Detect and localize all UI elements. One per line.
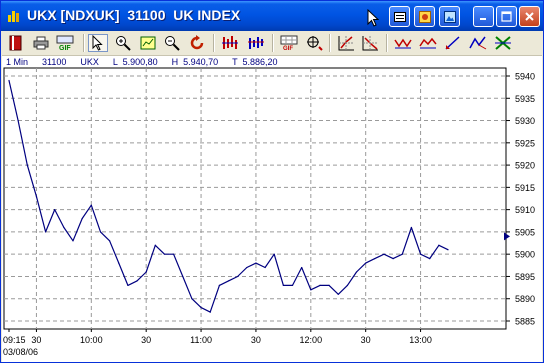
minimize-icon (480, 18, 486, 20)
zoom-in-icon (116, 36, 131, 51)
zigzag-tool[interactable] (468, 34, 488, 52)
info-line: 1 Min 31100 UKX L 5.900,80 H 5.940,70 T 5.886… (6, 57, 292, 67)
target-icon (307, 36, 323, 51)
window-title: UKX [NDXUK] 31100 UK INDEX (27, 7, 241, 23)
bars-1-icon (222, 36, 238, 49)
bars-1-tool[interactable] (220, 34, 240, 52)
pen-tool[interactable] (443, 34, 463, 52)
zoom-in-tool[interactable] (113, 34, 133, 52)
pointer-icon (92, 35, 103, 51)
refresh-icon (190, 35, 204, 50)
high-label: H 5.940,70 (171, 57, 219, 67)
sheet-button[interactable] (389, 6, 410, 27)
trend-grid-1-icon (338, 36, 354, 51)
book-icon (9, 35, 22, 51)
title-bar[interactable]: UKX [NDXUK] 31100 UK INDEX (1, 1, 543, 31)
grid-gif-tool[interactable]: GIF (279, 34, 299, 52)
last-label: T 5.886,20 (232, 57, 278, 67)
options-icon (418, 10, 431, 23)
svg-text:GIF: GIF (59, 45, 71, 51)
mouse-cursor-icon (367, 9, 379, 27)
maximize-button[interactable] (496, 6, 517, 27)
line-tool-1[interactable] (393, 34, 413, 52)
minimize-button[interactable] (473, 6, 494, 27)
svg-text:GIF: GIF (283, 46, 293, 51)
maximize-icon (501, 11, 512, 22)
low-label: L 5.900,80 (112, 57, 158, 67)
target-tool[interactable] (304, 34, 324, 52)
bars-2-tool[interactable] (246, 34, 266, 52)
interval-label: 1 Min (6, 57, 29, 67)
cross-tool[interactable] (493, 34, 513, 52)
toolbar-separator (272, 34, 274, 52)
trend-grid-2-tool[interactable] (360, 34, 380, 52)
line-tool-2[interactable] (418, 34, 438, 52)
print-icon (33, 36, 49, 50)
gif-export-tool[interactable]: GIF (55, 34, 75, 52)
toolbar: GIF GIF (2, 31, 542, 56)
symbol-label: UKX (80, 57, 99, 67)
trend-grid-1-tool[interactable] (336, 34, 356, 52)
zoom-box-icon (140, 36, 156, 50)
pointer-tool[interactable] (88, 34, 108, 52)
zoom-out-tool[interactable] (162, 34, 182, 52)
options-button[interactable] (414, 6, 435, 27)
line-tool-2-icon (419, 37, 437, 49)
close-button[interactable] (519, 6, 540, 27)
line-tool-1-icon (394, 38, 412, 49)
zoom-box-tool[interactable] (138, 34, 158, 52)
zoom-out-icon (165, 36, 180, 51)
refresh-tool[interactable] (187, 34, 207, 52)
chart-panel[interactable] (2, 56, 542, 362)
toolbar-separator (386, 34, 388, 52)
toolbar-separator (213, 34, 215, 52)
pen-tool-icon (445, 36, 460, 50)
sheet-icon (393, 11, 406, 22)
cross-icon (495, 36, 511, 50)
grid-gif-icon: GIF (280, 35, 298, 51)
picture-icon (443, 10, 456, 23)
gif-export-icon: GIF (56, 35, 74, 51)
book-tool[interactable] (6, 34, 26, 52)
trend-grid-2-icon (362, 36, 378, 51)
close-icon (525, 12, 534, 21)
print-tool[interactable] (31, 34, 51, 52)
bars-2-icon (248, 37, 264, 49)
toolbar-separator (83, 34, 85, 52)
zigzag-icon (469, 36, 487, 50)
code-label: 31100 (42, 57, 67, 67)
chart-window: UKX [NDXUK] 31100 UK INDEX GIF GIF 1 Min… (0, 0, 544, 363)
bar-chart-app-icon (8, 11, 19, 22)
toolbar-separator (329, 34, 331, 52)
picture-button[interactable] (439, 6, 460, 27)
